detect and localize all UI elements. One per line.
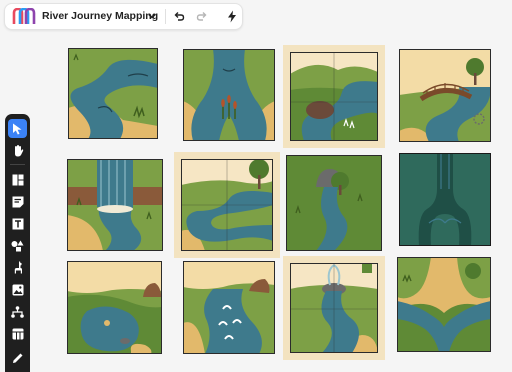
- winding-river-illustration: [68, 48, 158, 139]
- rock-spring-illustration: [286, 155, 382, 251]
- hand-icon[interactable]: [8, 141, 27, 160]
- tree-icon[interactable]: [8, 302, 27, 321]
- river-tile[interactable]: [183, 49, 275, 141]
- text-icon[interactable]: [8, 214, 27, 233]
- project-title[interactable]: River Journey Mapping: [42, 10, 158, 22]
- tool-rail: [5, 114, 30, 372]
- redo-icon[interactable]: [194, 8, 210, 24]
- table-icon[interactable]: [8, 324, 27, 343]
- river-tile[interactable]: [174, 152, 280, 258]
- layout-icon[interactable]: [8, 170, 27, 189]
- river-tile[interactable]: [397, 257, 491, 352]
- image-icon[interactable]: [8, 280, 27, 299]
- rail-divider: [10, 164, 25, 165]
- fountain-spring-illustration: [286, 259, 382, 357]
- tributaries-illustration: [399, 153, 491, 246]
- shapes-icon[interactable]: [8, 236, 27, 255]
- river-tile[interactable]: [67, 159, 163, 251]
- river-tile[interactable]: [67, 261, 162, 354]
- river-tile[interactable]: [283, 256, 385, 360]
- river-tile[interactable]: [399, 49, 491, 142]
- footbridge-illustration: [399, 49, 491, 142]
- river-tile[interactable]: [68, 48, 158, 139]
- llama-icon[interactable]: [8, 258, 27, 277]
- river-tile[interactable]: [183, 261, 275, 354]
- toolbar-divider: [165, 9, 166, 24]
- top-toolbar: River Journey Mapping: [4, 3, 243, 30]
- meandering-river-illustration: [177, 155, 277, 255]
- sticky-note-icon[interactable]: [8, 192, 27, 211]
- pencil-icon[interactable]: [8, 348, 27, 367]
- app-logo-icon[interactable]: [12, 8, 36, 25]
- lightning-icon[interactable]: [224, 8, 240, 24]
- cursor-icon[interactable]: [8, 119, 27, 138]
- undo-icon[interactable]: [171, 8, 187, 24]
- rapids-illustration: [183, 261, 275, 354]
- river-tile[interactable]: [399, 153, 491, 246]
- chevron-down-icon[interactable]: [144, 8, 160, 24]
- river-tile[interactable]: [283, 45, 385, 148]
- river-fork-illustration: [183, 49, 275, 141]
- waterfall-illustration: [67, 159, 163, 251]
- pond-rock-illustration: [67, 261, 162, 354]
- confluence-illustration: [397, 257, 491, 352]
- river-hills-illustration: [286, 48, 382, 145]
- river-tile[interactable]: [286, 155, 382, 251]
